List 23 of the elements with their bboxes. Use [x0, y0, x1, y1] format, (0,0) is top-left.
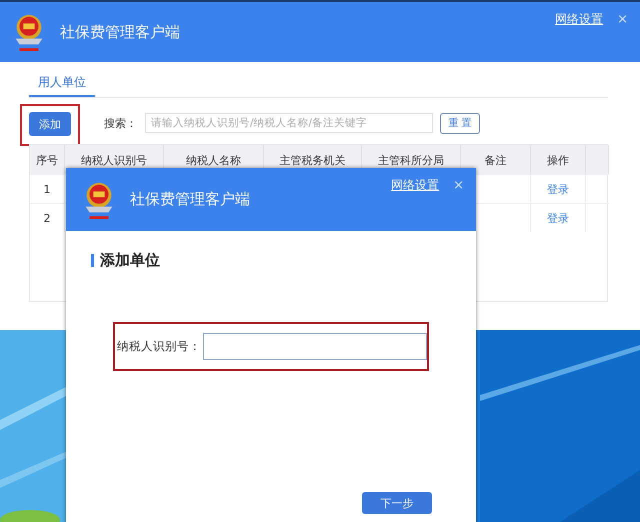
login-link[interactable]: 登录 — [547, 210, 569, 226]
next-button[interactable]: 下一步 — [362, 492, 432, 514]
search-field[interactable]: 请输入纳税人识别号/纳税人名称/备注关键字 — [145, 113, 433, 133]
network-settings-link[interactable]: 网络设置 — [555, 11, 604, 28]
login-link[interactable]: 登录 — [547, 182, 569, 196]
tab[interactable]: 用人单位 — [29, 72, 95, 97]
close-button[interactable]: × — [453, 178, 464, 193]
column-header: 序号 — [30, 145, 65, 175]
accent-bar — [91, 254, 94, 267]
window-title: 社保费管理客户端 — [60, 22, 180, 42]
close-button[interactable]: × — [617, 12, 628, 27]
column-header: 操作 — [531, 145, 586, 175]
reset-button[interactable]: 重 置 — [440, 112, 480, 134]
taxpayer-id-field[interactable] — [203, 333, 427, 360]
table-cell: 2 — [30, 203, 65, 232]
search-label: 搜索： — [104, 116, 137, 130]
window-title: 社保费管理客户端 — [130, 190, 250, 209]
field-label: 纳税人识别号： — [117, 339, 201, 354]
dialog-heading: 添加单位 — [100, 251, 160, 270]
table-cell: 1 — [30, 174, 65, 203]
add-button[interactable]: 添加 — [29, 112, 71, 136]
column-header: 备注 — [461, 145, 531, 175]
network-settings-link[interactable]: 网络设置 — [391, 177, 440, 194]
